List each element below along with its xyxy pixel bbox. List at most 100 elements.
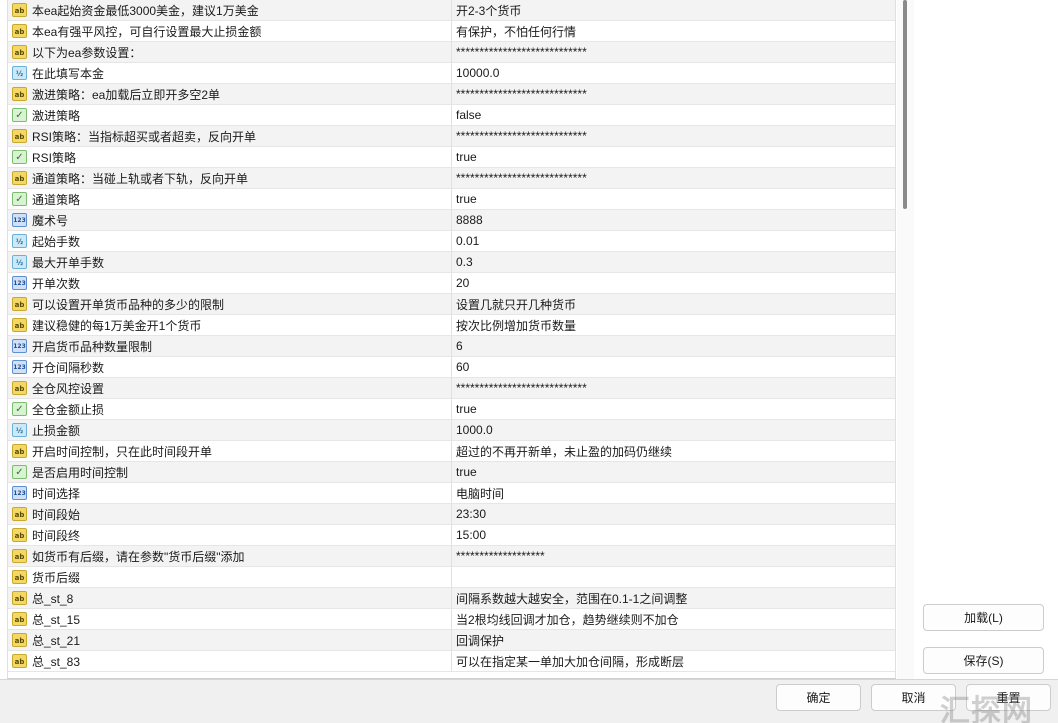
param-name: 全仓风控设置 <box>32 381 105 396</box>
text-type-icon: ab <box>12 507 27 521</box>
param-row[interactable]: ½ 在此填写本金 10000.0 <box>8 63 895 84</box>
param-value[interactable]: 20 <box>452 273 895 293</box>
param-name-cell: 123 魔术号 <box>8 210 452 230</box>
text-type-icon: ab <box>12 24 27 38</box>
param-value[interactable]: 开2-3个货币 <box>452 0 895 20</box>
save-button[interactable]: 保存(S) <box>923 647 1044 674</box>
param-value[interactable]: 当2根均线回调才加仓，趋势继续则不加仓 <box>452 609 895 629</box>
param-name-cell: 123 开启货币品种数量限制 <box>8 336 452 356</box>
param-row[interactable]: ½ 止损金额 1000.0 <box>8 420 895 441</box>
ok-button[interactable]: 确定 <box>776 684 861 711</box>
param-row[interactable]: ab 如货币有后缀，请在参数"货币后缀"添加 ******************* <box>8 546 895 567</box>
param-row[interactable]: ab 通道策略：当碰上轨或者下轨，反向开单 ********************… <box>8 168 895 189</box>
param-value[interactable]: **************************** <box>452 84 895 104</box>
param-row[interactable]: ✓ RSI策略 true <box>8 147 895 168</box>
param-name-cell: ✓ 激进策略 <box>8 105 452 125</box>
param-row[interactable]: ✓ 通道策略 true <box>8 189 895 210</box>
param-name: 通道策略：当碰上轨或者下轨，反向开单 <box>32 171 249 186</box>
load-button[interactable]: 加载(L) <box>923 604 1044 631</box>
param-row[interactable]: ½ 起始手数 0.01 <box>8 231 895 252</box>
param-value[interactable]: true <box>452 147 895 167</box>
param-value[interactable]: **************************** <box>452 42 895 62</box>
vertical-scrollbar[interactable] <box>897 0 914 679</box>
param-value[interactable]: **************************** <box>452 168 895 188</box>
param-row[interactable]: ab 货币后缀 <box>8 567 895 588</box>
param-row[interactable]: ab 总_st_83 可以在指定某一单加大加仓间隔，形成断层 <box>8 651 895 672</box>
param-row[interactable]: 123 时间选择 电脑时间 <box>8 483 895 504</box>
param-name: 开仓间隔秒数 <box>32 360 105 375</box>
param-row[interactable]: ab 以下为ea参数设置： **************************** <box>8 42 895 63</box>
param-row[interactable]: ab 时间段终 15:00 <box>8 525 895 546</box>
param-value[interactable]: 60 <box>452 357 895 377</box>
param-value[interactable]: 回调保护 <box>452 630 895 650</box>
param-row[interactable]: ab RSI策略：当指标超买或者超卖，反向开单 ******************… <box>8 126 895 147</box>
param-row[interactable]: ab 开启时间控制，只在此时间段开单 超过的不再开新单，未止盈的加码仍继续 <box>8 441 895 462</box>
scrollbar-thumb[interactable] <box>903 0 907 209</box>
param-value[interactable] <box>452 567 895 587</box>
param-name: RSI策略：当指标超买或者超卖，反向开单 <box>32 129 257 144</box>
param-row[interactable]: 123 开单次数 20 <box>8 273 895 294</box>
param-value[interactable]: 间隔系数越大越安全，范围在0.1-1之间调整 <box>452 588 895 608</box>
param-name-cell: ✓ RSI策略 <box>8 147 452 167</box>
param-name-cell: ab 全仓风控设置 <box>8 378 452 398</box>
param-row[interactable]: ab 建议稳健的每1万美金开1个货币 按次比例增加货币数量 <box>8 315 895 336</box>
param-name: 本ea有强平风控，可自行设置最大止损金额 <box>32 24 262 39</box>
param-row[interactable]: 123 开启货币品种数量限制 6 <box>8 336 895 357</box>
param-name: 时间段始 <box>32 507 81 522</box>
param-value[interactable]: 0.01 <box>452 231 895 251</box>
param-name-cell: ✓ 是否启用时间控制 <box>8 462 452 482</box>
param-row[interactable]: ab 本ea有强平风控，可自行设置最大止损金额 有保护，不怕任何行情 <box>8 21 895 42</box>
int-type-icon: 123 <box>12 360 27 374</box>
param-value[interactable]: true <box>452 399 895 419</box>
param-name-cell: ab 总_st_83 <box>8 651 452 671</box>
param-name-cell: ab 总_st_15 <box>8 609 452 629</box>
param-value[interactable]: **************************** <box>452 378 895 398</box>
param-name: 激进策略 <box>32 108 81 123</box>
param-row[interactable]: ✓ 全仓金额止损 true <box>8 399 895 420</box>
param-row[interactable]: ab 总_st_21 回调保护 <box>8 630 895 651</box>
param-name: 货币后缀 <box>32 570 81 585</box>
param-name: 建议稳健的每1万美金开1个货币 <box>32 318 202 333</box>
param-row[interactable]: ab 总_st_8 间隔系数越大越安全，范围在0.1-1之间调整 <box>8 588 895 609</box>
param-value[interactable]: 有保护，不怕任何行情 <box>452 21 895 41</box>
param-name-cell: ab 时间段终 <box>8 525 452 545</box>
param-value[interactable]: 设置几就只开几种货币 <box>452 294 895 314</box>
param-row[interactable]: ✓ 激进策略 false <box>8 105 895 126</box>
param-row[interactable]: ab 总_st_15 当2根均线回调才加仓，趋势继续则不加仓 <box>8 609 895 630</box>
param-row[interactable]: ab 激进策略：ea加载后立即开多空2单 *********************… <box>8 84 895 105</box>
param-name: 如货币有后缀，请在参数"货币后缀"添加 <box>32 549 245 564</box>
param-row[interactable]: ab 全仓风控设置 **************************** <box>8 378 895 399</box>
param-value[interactable]: 1000.0 <box>452 420 895 440</box>
param-name-cell: ab 开启时间控制，只在此时间段开单 <box>8 441 452 461</box>
param-row[interactable]: ab 可以设置开单货币品种的多少的限制 设置几就只开几种货币 <box>8 294 895 315</box>
param-value[interactable]: 10000.0 <box>452 63 895 83</box>
param-name: 开单次数 <box>32 276 81 291</box>
param-name: 总_st_8 <box>32 591 74 606</box>
param-value[interactable]: false <box>452 105 895 125</box>
param-value[interactable]: 6 <box>452 336 895 356</box>
param-value[interactable]: **************************** <box>452 126 895 146</box>
param-name-cell: 123 开单次数 <box>8 273 452 293</box>
param-value[interactable]: 超过的不再开新单，未止盈的加码仍继续 <box>452 441 895 461</box>
param-row[interactable]: ab 本ea起始资金最低3000美金，建议1万美金 开2-3个货币 <box>8 0 895 21</box>
param-name: 开启货币品种数量限制 <box>32 339 153 354</box>
param-value[interactable]: 可以在指定某一单加大加仓间隔，形成断层 <box>452 651 895 671</box>
text-type-icon: ab <box>12 171 27 185</box>
param-row[interactable]: 123 魔术号 8888 <box>8 210 895 231</box>
param-value[interactable]: 电脑时间 <box>452 483 895 503</box>
param-value[interactable]: 8888 <box>452 210 895 230</box>
param-row[interactable]: ab 时间段始 23:30 <box>8 504 895 525</box>
param-value[interactable]: 15:00 <box>452 525 895 545</box>
param-value[interactable]: true <box>452 462 895 482</box>
int-type-icon: 123 <box>12 486 27 500</box>
param-value[interactable]: 按次比例增加货币数量 <box>452 315 895 335</box>
param-row[interactable]: 123 开仓间隔秒数 60 <box>8 357 895 378</box>
param-row[interactable]: ½ 最大开单手数 0.3 <box>8 252 895 273</box>
param-row[interactable]: ✓ 是否启用时间控制 true <box>8 462 895 483</box>
param-value[interactable]: 0.3 <box>452 252 895 272</box>
param-value[interactable]: ******************* <box>452 546 895 566</box>
param-name-cell: ab RSI策略：当指标超买或者超卖，反向开单 <box>8 126 452 146</box>
int-type-icon: 123 <box>12 339 27 353</box>
param-value[interactable]: 23:30 <box>452 504 895 524</box>
param-value[interactable]: true <box>452 189 895 209</box>
